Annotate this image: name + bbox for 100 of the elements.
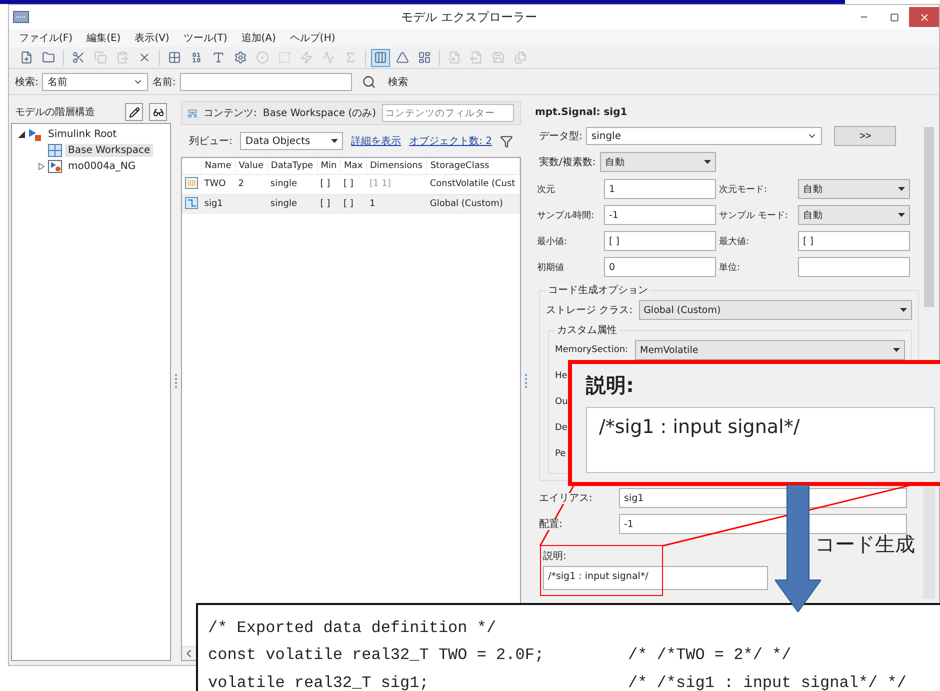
maximize-icon [890, 12, 898, 22]
input-field[interactable] [798, 257, 910, 277]
table-cell: [ ] [340, 194, 366, 214]
tree-item[interactable]: Simulink Root [45, 128, 120, 140]
complexity-select[interactable]: 自動 [600, 152, 716, 172]
table-cell: [ ] [317, 194, 341, 214]
menu-item[interactable]: 追加(A) [241, 31, 276, 45]
search-mode-select[interactable]: 名前 [42, 72, 148, 90]
field-label: データ型: [539, 130, 582, 143]
code-line: const volatile real32_T TWO = 2.0F; [208, 646, 546, 666]
model-icon [28, 128, 42, 140]
select-field[interactable]: MemVolatile [635, 340, 905, 360]
table-cell[interactable]: sig1 [201, 194, 236, 214]
tree-item[interactable]: Base Workspace [65, 144, 154, 156]
columns-icon[interactable] [371, 48, 390, 66]
field-label: MemorySection: [555, 345, 629, 355]
table-cell: 1 [366, 194, 427, 214]
field-label: He [555, 371, 568, 381]
name-input[interactable] [180, 72, 352, 90]
table-cell: [ ] [340, 174, 366, 194]
input-field[interactable]: [ ] [798, 231, 910, 251]
pencil-icon[interactable] [125, 103, 143, 121]
filter-field[interactable]: コンテンツのフィルター [382, 104, 514, 122]
table-cell: 2 [235, 174, 268, 194]
select-field[interactable]: 自動 [798, 205, 910, 225]
input-field[interactable]: sig1 [619, 488, 907, 508]
menu-item[interactable]: ツール(T) [183, 31, 228, 45]
field-label: サンプル モード: [719, 209, 789, 222]
menu-item[interactable]: 編集(E) [86, 31, 121, 45]
storage-class-select[interactable]: Global (Custom) [638, 300, 912, 320]
field-label: 初期値 [537, 262, 565, 274]
group-title: コード生成オプション [547, 284, 649, 297]
expand-button[interactable]: >> [834, 126, 896, 146]
menu-item[interactable]: ヘルプ(H) [290, 31, 336, 45]
pane-title: モデルの階層構造 [15, 106, 95, 119]
contents-scope: Base Workspace (のみ) [262, 107, 376, 120]
signal-icon [185, 196, 198, 208]
dropdown-icon [898, 187, 905, 191]
group-title: カスタム属性 [556, 324, 618, 337]
field-label: エイリアス: [539, 493, 592, 504]
field-label: Ou [555, 397, 569, 407]
callout-field: /*sig1 : input signal*/ [586, 407, 935, 473]
field-label: 最大値: [719, 236, 750, 248]
field-label: ストレージ クラス: [546, 304, 633, 317]
field-label: サンプル時間: [537, 209, 596, 222]
code-comment: /* /*TWO = 2*/ */ [628, 646, 792, 666]
table-cell: single [267, 194, 318, 214]
model-icon [48, 160, 62, 172]
app-icon [13, 11, 29, 23]
column-view-label: 列ビュー: [189, 135, 232, 148]
scroll-left-icon[interactable] [187, 650, 191, 657]
filter-icon[interactable] [500, 134, 513, 148]
close-button[interactable] [909, 7, 939, 27]
code-line: volatile real32_T sig1; [208, 674, 430, 691]
search-button[interactable]: 検索 [388, 74, 408, 88]
menu-item[interactable]: 表示(V) [134, 31, 170, 45]
description-field[interactable]: /*sig1 : input signal*/ [543, 566, 768, 590]
expanded-icon[interactable] [18, 130, 25, 138]
table-cell[interactable]: TWO [201, 174, 236, 194]
parameter-icon [185, 176, 198, 188]
scrollbar-track[interactable] [923, 487, 935, 599]
properties-title: mpt.Signal: sig1 [534, 106, 628, 120]
search-icon[interactable] [362, 74, 376, 88]
arrow-label: コード生成 [815, 531, 915, 558]
object-count-link[interactable]: オブジェクト数: 2 [409, 134, 492, 148]
tree-item[interactable]: mo0004a_NG [65, 160, 139, 172]
menu-item[interactable]: ファイル(F) [19, 31, 73, 45]
dropdown-icon [900, 308, 907, 312]
table-cell: [1 1] [366, 174, 427, 194]
name-label: 名前: [152, 76, 176, 88]
glasses-icon[interactable] [149, 103, 167, 121]
input-field[interactable]: -1 [619, 514, 907, 534]
field-label: Pe [555, 449, 567, 459]
dropdown-icon [331, 139, 338, 143]
field-label: 単位: [719, 262, 742, 274]
input-field[interactable]: 0 [604, 257, 716, 277]
details-link[interactable]: 詳細を表示 [351, 134, 402, 148]
table-cell: ConstVolatile (Cust [426, 174, 520, 194]
input-field[interactable]: -1 [604, 205, 716, 225]
code-line: /* Exported data definition */ [208, 619, 498, 639]
dropdown-icon [898, 213, 905, 217]
field-label: 次元モード: [719, 184, 768, 196]
callout-label: 説明: [586, 372, 635, 399]
field-label: 配置: [539, 519, 562, 530]
input-field[interactable]: [ ] [604, 231, 716, 251]
field-label: 実数/複素数: [539, 156, 596, 169]
dropdown-icon [704, 160, 711, 164]
table-cell: single [267, 174, 318, 194]
field-label: 次元 [537, 184, 556, 196]
code-comment: /* /*sig1 : input signal*/ */ [628, 674, 908, 691]
column-view-select[interactable]: Data Objects [240, 132, 344, 150]
dropdown-icon [893, 348, 900, 352]
table-cell: [ ] [317, 174, 341, 194]
collapsed-icon[interactable] [38, 162, 45, 170]
search-label: 検索: [15, 76, 38, 88]
input-field[interactable]: 1 [604, 179, 716, 199]
table-cell: Global (Custom) [426, 194, 520, 214]
select-field[interactable]: 自動 [798, 179, 910, 199]
data-type-select[interactable]: single [586, 127, 822, 145]
contents-label: コンテンツ: [203, 107, 257, 120]
